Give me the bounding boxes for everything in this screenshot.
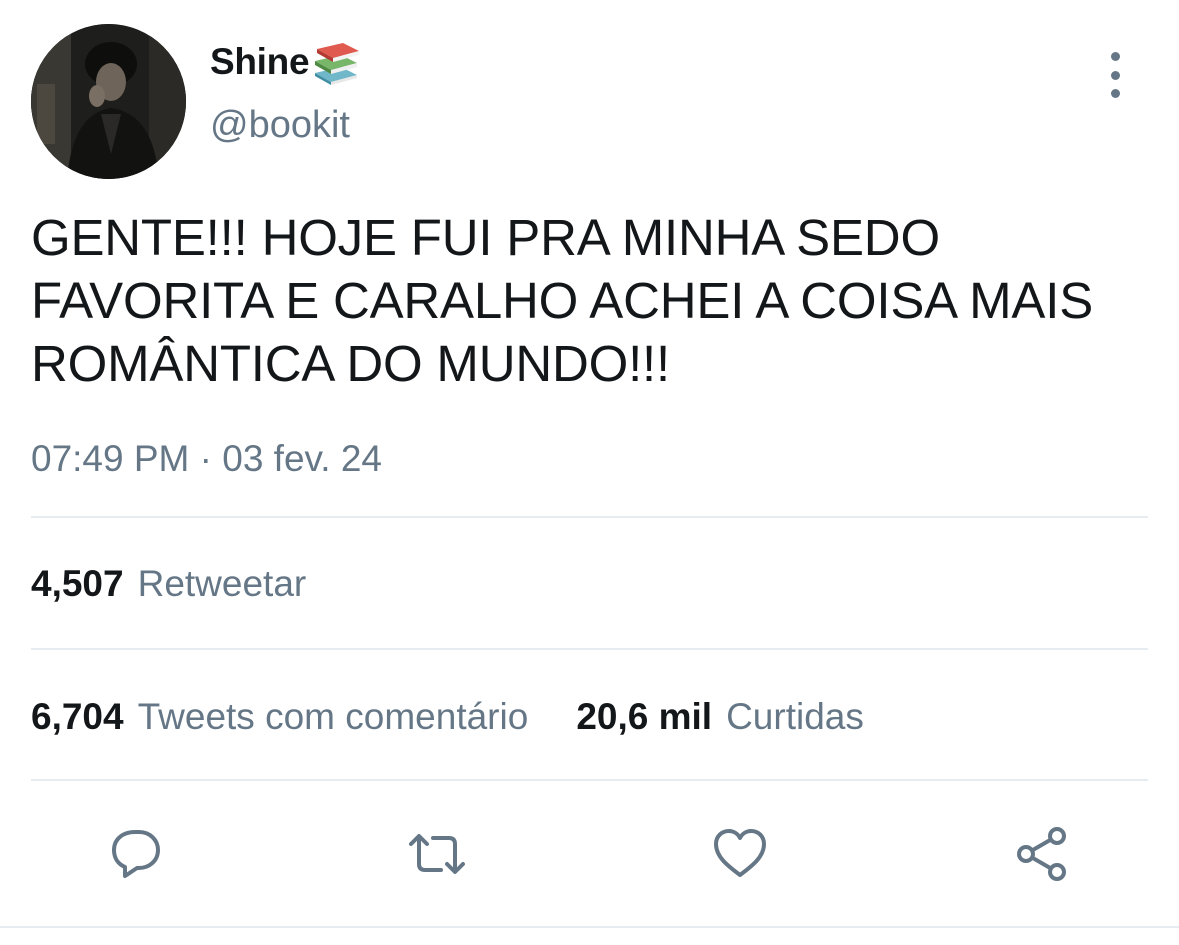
retweet-count: 4,507: [31, 563, 124, 604]
books-icon: [311, 39, 361, 85]
avatar[interactable]: [31, 24, 186, 179]
engagement-stats-row: 6,704 Tweets com comentário 20,6 mil Cur…: [31, 696, 864, 738]
display-name[interactable]: Shine: [210, 41, 310, 83]
retweet-icon: [409, 834, 465, 874]
more-options-button[interactable]: [1096, 52, 1134, 98]
divider: [31, 779, 1148, 781]
tweet-text: GENTE!!! HOJE FUI PRA MINHA SEDO FAVORIT…: [31, 209, 1094, 392]
divider: [31, 516, 1148, 518]
likes-stat[interactable]: 20,6 mil Curtidas: [576, 696, 864, 738]
share-button[interactable]: [1011, 822, 1075, 886]
heart-icon: [714, 829, 766, 877]
reply-button[interactable]: [104, 822, 168, 886]
quote-tweets-count: 6,704: [31, 696, 124, 737]
divider: [31, 648, 1148, 650]
tweet-timestamp[interactable]: 07:49 PM · 03 fev. 24: [31, 438, 382, 480]
avatar-photo: [31, 24, 186, 179]
more-dot-icon: [1110, 89, 1120, 98]
user-name-row[interactable]: Shine: [210, 36, 361, 88]
quote-tweets-label: Tweets com comentário: [137, 696, 529, 737]
like-button[interactable]: [708, 822, 772, 886]
more-dot-icon: [1110, 70, 1120, 80]
bottom-divider: [0, 926, 1179, 928]
quote-tweets-stat[interactable]: 6,704 Tweets com comentário: [31, 696, 528, 738]
retweet-stat[interactable]: 4,507 Retweetar: [31, 563, 306, 605]
likes-count: 20,6 mil: [576, 696, 713, 737]
reply-icon: [112, 830, 160, 878]
retweet-stats-row[interactable]: 4,507 Retweetar: [31, 563, 306, 605]
likes-label: Curtidas: [726, 696, 864, 737]
share-icon: [1017, 827, 1066, 881]
more-dot-icon: [1110, 52, 1120, 61]
user-handle[interactable]: @bookit: [210, 104, 350, 147]
retweet-button[interactable]: [405, 822, 469, 886]
retweet-label: Retweetar: [137, 563, 307, 604]
